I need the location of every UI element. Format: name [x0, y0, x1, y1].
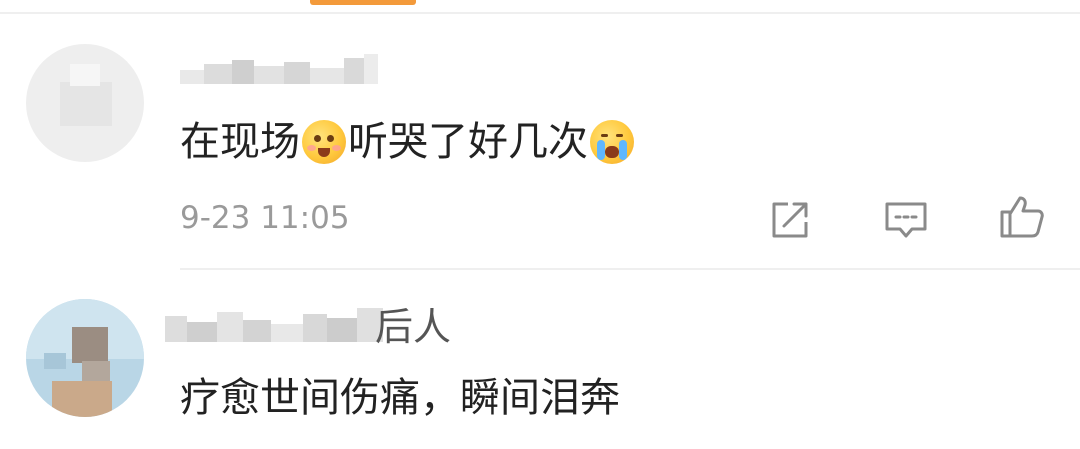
- username-tail[interactable]: 后人: [375, 308, 451, 346]
- username-blurred[interactable]: [180, 44, 378, 84]
- comment-divider: [180, 268, 1080, 270]
- like-icon[interactable]: [998, 192, 1046, 240]
- section-divider: [0, 12, 1080, 14]
- avatar[interactable]: [26, 44, 144, 162]
- comment-text-part: 在现场: [180, 119, 300, 165]
- share-icon[interactable]: [766, 196, 814, 244]
- active-tab-indicator: [310, 0, 416, 5]
- blush-emoji-icon: [302, 120, 346, 164]
- comment-text-part: 听哭了好几次: [348, 119, 588, 165]
- comment-text: 在现场 听哭了好几次: [180, 120, 636, 164]
- avatar[interactable]: [26, 299, 144, 417]
- username-blurred[interactable]: [165, 302, 383, 342]
- crying-emoji-icon: [590, 120, 634, 164]
- comment-icon[interactable]: [882, 196, 930, 244]
- timestamp: 9-23 11:05: [180, 200, 350, 236]
- comment-text: 疗愈世间伤痛，瞬间泪奔: [180, 375, 620, 421]
